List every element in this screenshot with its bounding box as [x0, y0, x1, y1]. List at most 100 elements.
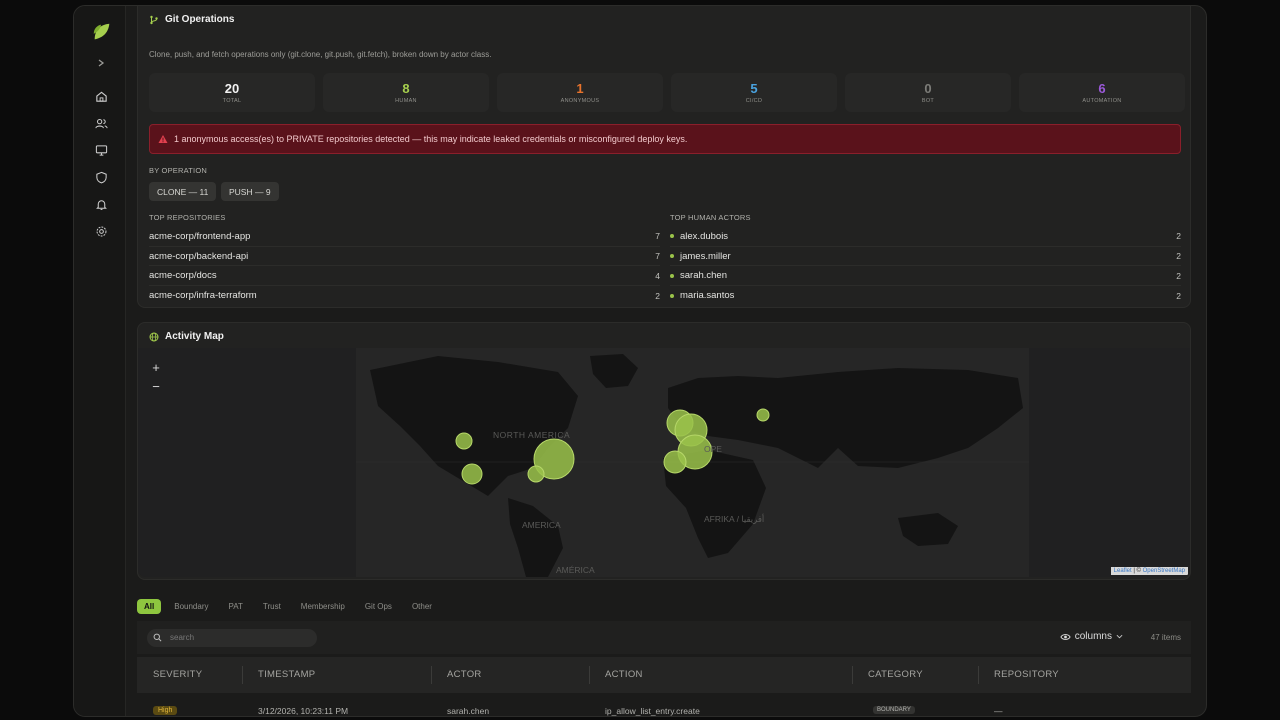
list-item[interactable]: acme-corp/frontend-app 7 — [149, 227, 660, 247]
zoom-out-button[interactable]: − — [148, 378, 164, 394]
monitor-icon[interactable] — [92, 141, 110, 159]
operation-chip-clone[interactable]: CLONE — 11 — [149, 182, 217, 201]
card-title: Git Operations — [165, 14, 235, 25]
chevron-right-icon[interactable] — [92, 54, 110, 72]
map-label-europe: OPE — [704, 444, 722, 454]
filter-boundary[interactable]: Boundary — [167, 599, 215, 614]
repo-count: 7 — [655, 251, 660, 262]
filter-pat[interactable]: PAT — [221, 599, 249, 614]
warning-icon — [158, 135, 168, 143]
map-marker[interactable] — [461, 463, 483, 485]
gear-icon[interactable] — [92, 222, 110, 240]
action-cell: ip_allow_list_entry.create — [605, 706, 700, 716]
stat-value: 5 — [750, 81, 758, 96]
columns-button[interactable]: columns — [1060, 631, 1123, 642]
leaflet-link[interactable]: Leaflet — [1114, 568, 1132, 574]
list-item[interactable]: acme-corp/infra-terraform 2 — [149, 286, 660, 306]
column-header-category[interactable]: CATEGORY — [868, 669, 923, 680]
operation-chip-push[interactable]: PUSH — 9 — [221, 182, 279, 201]
card-subtitle: Clone, push, and fetch operations only (… — [149, 50, 492, 59]
column-header-severity[interactable]: SEVERITY — [153, 669, 202, 680]
search-input[interactable]: search — [147, 628, 317, 647]
actor-count: 2 — [1176, 270, 1181, 281]
repo-name: acme-corp/infra-terraform — [149, 290, 257, 302]
column-header-timestamp[interactable]: TIMESTAMP — [258, 669, 315, 680]
git-operations-card: Git Operations Clone, push, and fetch op… — [137, 6, 1191, 308]
repository-cell: — — [994, 706, 1003, 716]
activity-map-header: Activity Map — [149, 331, 224, 342]
repo-count: 7 — [655, 231, 660, 242]
home-icon[interactable] — [92, 87, 110, 105]
zoom-in-button[interactable]: + — [148, 359, 164, 375]
actor-count: 2 — [1176, 251, 1181, 262]
osm-link[interactable]: OpenStreetMap — [1143, 568, 1185, 574]
filter-membership[interactable]: Membership — [294, 599, 352, 614]
stat-value: 1 — [576, 81, 584, 96]
list-item[interactable]: sarah.chen 2 — [670, 266, 1181, 287]
eye-icon — [1060, 633, 1071, 640]
git-branch-icon — [150, 15, 158, 24]
app-logo[interactable] — [91, 21, 113, 43]
severity-badge: High — [153, 706, 178, 715]
activity-map-card: Activity Map NORTH AMERICA OPE AFRIKA / … — [137, 322, 1191, 580]
map-canvas[interactable] — [138, 348, 1190, 577]
list-item[interactable]: acme-corp/docs 4 — [149, 266, 660, 287]
category-filters: All Boundary PAT Trust Membership Git Op… — [137, 599, 439, 614]
actor-count: 2 — [1176, 231, 1181, 242]
world-map[interactable]: NORTH AMERICA OPE AFRIKA / أفريقيا AMERI… — [138, 348, 1190, 577]
map-label-south-america-2: AMÉRICA — [556, 565, 595, 575]
column-header-actor[interactable]: ACTOR — [447, 669, 482, 680]
column-divider[interactable] — [978, 666, 979, 684]
stat-human: 8 HUMAN — [323, 73, 489, 112]
actor-name: james.miller — [680, 250, 731, 262]
filter-other[interactable]: Other — [405, 599, 439, 614]
column-header-action[interactable]: ACTION — [605, 669, 643, 680]
actor-dot — [670, 293, 674, 298]
column-divider[interactable] — [431, 666, 432, 684]
list-item[interactable]: james.miller 2 — [670, 247, 1181, 267]
filter-trust[interactable]: Trust — [256, 599, 288, 614]
filter-git-ops[interactable]: Git Ops — [358, 599, 399, 614]
table-row[interactable]: High 3/12/2026, 10:23:11 PM sarah.chen i… — [137, 703, 1191, 716]
map-marker[interactable] — [756, 408, 770, 422]
table-header: SEVERITY TIMESTAMP ACTOR ACTION CATEGORY… — [137, 657, 1191, 693]
list-item[interactable]: alex.dubois 2 — [670, 227, 1181, 247]
map-marker[interactable] — [527, 465, 545, 483]
column-divider[interactable] — [852, 666, 853, 684]
card-title: Activity Map — [165, 331, 224, 342]
column-divider[interactable] — [589, 666, 590, 684]
actor-dot — [670, 273, 674, 278]
stat-label: BOT — [921, 98, 935, 104]
filter-all[interactable]: All — [137, 599, 162, 614]
top-repositories-list: acme-corp/frontend-app 7 acme-corp/backen… — [149, 227, 660, 306]
repo-name: acme-corp/backend-api — [149, 250, 249, 262]
actor-name: alex.dubois — [680, 230, 729, 242]
map-marker[interactable] — [663, 450, 687, 474]
shield-icon[interactable] — [92, 168, 110, 186]
stat-label: TOTAL — [222, 98, 242, 104]
top-human-actors-label: TOP HUMAN ACTORS — [670, 213, 751, 222]
stat-label: ANONYMOUS — [560, 98, 600, 104]
search-icon — [153, 633, 162, 642]
stat-cicd: 5 CI/CD — [671, 73, 837, 112]
by-operation-label: BY OPERATION — [149, 166, 207, 175]
actor-name: sarah.chen — [680, 270, 728, 282]
attribution-separator: | © — [1131, 568, 1143, 574]
actor-dot — [670, 254, 674, 259]
category-badge: BOUNDARY — [873, 706, 915, 714]
repo-name: acme-corp/docs — [149, 270, 217, 282]
list-item[interactable]: acme-corp/backend-api 7 — [149, 247, 660, 267]
list-item[interactable]: maria.santos 2 — [670, 286, 1181, 306]
map-label-south-america: AMERICA — [522, 520, 561, 530]
bell-icon[interactable] — [92, 195, 110, 213]
sidebar — [74, 6, 126, 716]
stats-row: 20 TOTAL 8 HUMAN 1 ANONYMOUS 5 CI/CD 0 BOT 6 A… — [149, 73, 1185, 112]
users-icon[interactable] — [92, 114, 110, 132]
column-divider[interactable] — [242, 666, 243, 684]
timestamp-cell: 3/12/2026, 10:23:11 PM — [258, 706, 349, 716]
stat-label: HUMAN — [395, 98, 417, 104]
stat-bot: 0 BOT — [845, 73, 1011, 112]
repo-count: 2 — [655, 290, 660, 301]
column-header-repository[interactable]: REPOSITORY — [994, 669, 1059, 680]
map-marker[interactable] — [455, 432, 473, 450]
